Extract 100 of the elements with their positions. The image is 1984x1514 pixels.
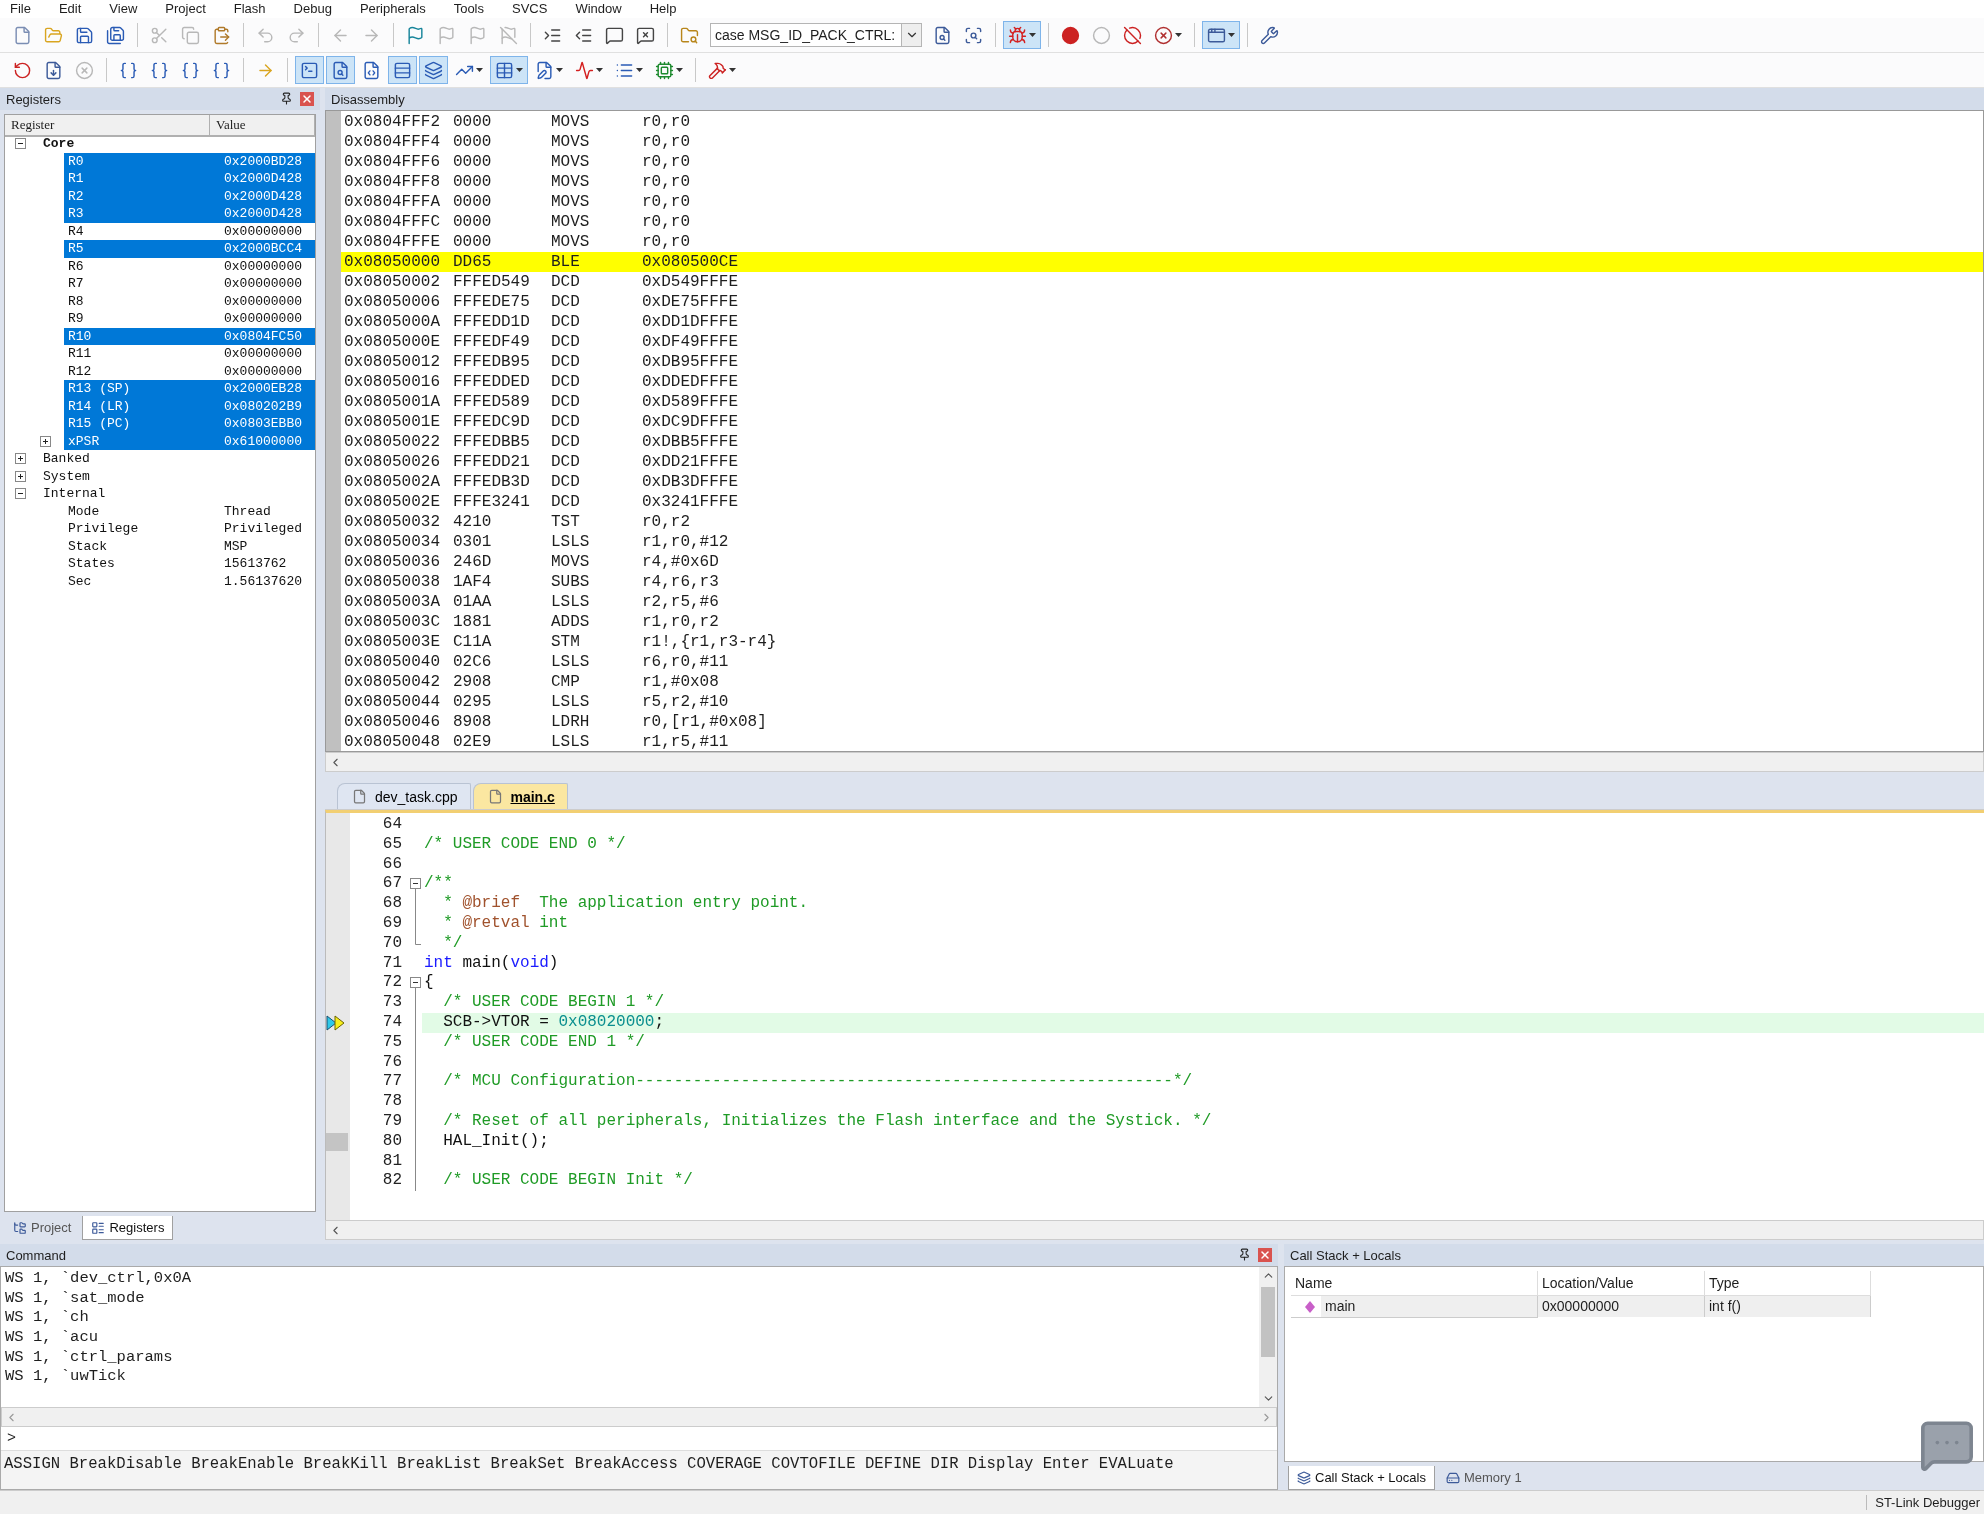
register-row[interactable]: R1 0x2000D428 [64, 170, 315, 188]
collapse-icon[interactable] [15, 488, 26, 500]
file-tab[interactable]: dev_task.cpp [337, 783, 471, 809]
disassembly-row[interactable]: 0x08050038 1AF4 SUBS r4,r6,r3 [341, 572, 1983, 592]
menu-item[interactable]: Help [649, 1, 677, 17]
column-header[interactable]: Value [210, 115, 315, 137]
register-row[interactable]: Internal [39, 485, 315, 503]
operands: r1,#0x08 [642, 673, 720, 691]
disassembly-row[interactable]: 0x08050000 DD65 BLE 0x080500CE [341, 252, 1983, 272]
find-combo[interactable]: case MSG_ID_PACK_CTRL: [710, 23, 923, 47]
expand-icon[interactable] [15, 453, 26, 465]
panel-tab[interactable]: Registers [82, 1216, 174, 1240]
disassembly-window-button[interactable] [326, 56, 355, 84]
disassembly-row[interactable]: 0x0805001E FFFEDC9D DCD 0xDC9DFFFE [341, 412, 1983, 432]
horizontal-scrollbar[interactable] [325, 1220, 1984, 1240]
register-row[interactable]: R15 (PC) 0x0803EBB0 [64, 415, 315, 433]
disassembly-row[interactable]: 0x0804FFF2 0000 MOVS r0,r0 [341, 112, 1983, 132]
disassembly-row[interactable]: 0x0804FFF8 0000 MOVS r0,r0 [341, 172, 1983, 192]
debug-button[interactable] [1003, 21, 1042, 49]
horizontal-scrollbar[interactable] [325, 752, 1984, 772]
opcode: FFFEDC9D [453, 413, 531, 431]
registers-window-button[interactable] [388, 56, 417, 84]
register-row[interactable]: Stack MSP [64, 537, 315, 555]
menu-item[interactable]: File [10, 1, 31, 17]
expand-icon[interactable] [15, 470, 26, 482]
disassembly-row[interactable]: 0x0805003A 01AA LSLS r2,r5,#6 [341, 592, 1983, 612]
register-row[interactable]: R8 0x00000000 [64, 292, 315, 310]
disassembly-row[interactable]: 0x08050036 246D MOVS r4,#0x6D [341, 552, 1983, 572]
operands: r0,r2 [642, 513, 691, 531]
menu-item[interactable]: Tools [453, 1, 484, 17]
register-row[interactable]: R11 0x00000000 [64, 345, 315, 363]
disassembly-row[interactable]: 0x08050046 8908 LDRH r0,[r1,#0x08] [341, 712, 1983, 732]
disassembly-row[interactable]: 0x0805003E C11A STM r1!,{r1,r3-r4} [341, 632, 1983, 652]
menu-item[interactable]: Project [165, 1, 206, 17]
disassembly-row[interactable]: 0x08050048 02E9 LSLS r1,r5,#11 [341, 732, 1983, 752]
menu-item[interactable]: Peripherals [359, 1, 426, 17]
disassembly-row[interactable]: 0x0804FFFE 0000 MOVS r0,r0 [341, 232, 1983, 252]
register-row[interactable]: R5 0x2000BCC4 [64, 240, 315, 258]
disassembly-row[interactable]: 0x0804FFFC 0000 MOVS r0,r0 [341, 212, 1983, 232]
windows-button[interactable] [1202, 21, 1241, 49]
mnemonic: DCD [551, 313, 581, 331]
pin-button[interactable] [1238, 1248, 1252, 1262]
disassembly-row[interactable]: 0x08050016 FFFEDDED DCD 0xDDEDFFFE [341, 372, 1983, 392]
disassembly-row[interactable]: 0x08050034 0301 LSLS r1,r0,#12 [341, 532, 1983, 552]
register-row[interactable]: Banked [39, 450, 315, 468]
register-row[interactable]: R0 0x2000BD28 [64, 152, 315, 170]
panel-tab[interactable]: Project [4, 1216, 81, 1240]
register-row[interactable]: R12 0x00000000 [64, 362, 315, 380]
disassembly-row[interactable]: 0x0804FFF6 0000 MOVS r0,r0 [341, 152, 1983, 172]
disassembly-row[interactable]: 0x0805000A FFFEDD1D DCD 0xDD1DFFFE [341, 312, 1983, 332]
disassembly-row[interactable]: 0x08050040 02C6 LSLS r6,r0,#11 [341, 652, 1983, 672]
register-row[interactable]: Sec 1.56137620 [64, 572, 315, 590]
disassembly-row[interactable]: 0x08050042 2908 CMP r1,#0x08 [341, 672, 1983, 692]
panel-tab[interactable]: Memory 1 [1436, 1466, 1531, 1490]
disassembly-row[interactable]: 0x0805000E FFFEDF49 DCD 0xDF49FFFE [341, 332, 1983, 352]
register-row[interactable]: R9 0x00000000 [64, 310, 315, 328]
disassembly-row[interactable]: 0x0805003C 1881 ADDS r1,r0,r2 [341, 612, 1983, 632]
disassembly-row[interactable]: 0x08050044 0295 LSLS r5,r2,#10 [341, 692, 1983, 712]
disassembly-row[interactable]: 0x08050006 FFFEDE75 DCD 0xDE75FFFE [341, 292, 1983, 312]
scroll-thumb[interactable] [1261, 1287, 1275, 1357]
call-stack-window-button[interactable] [419, 56, 448, 84]
disassembly-row[interactable]: 0x08050002 FFFED549 DCD 0xD549FFFE [341, 272, 1983, 292]
column-header[interactable]: Register [5, 115, 210, 137]
register-row[interactable]: R10 0x0804FC50 [64, 327, 315, 345]
register-row[interactable]: Mode Thread [64, 502, 315, 520]
disassembly-row[interactable]: 0x0805002E FFFE3241 DCD 0x3241FFFE [341, 492, 1983, 512]
register-row[interactable]: System [39, 467, 315, 485]
register-row[interactable]: R3 0x2000D428 [64, 205, 315, 223]
register-row[interactable]: R7 0x00000000 [64, 275, 315, 293]
menu-item[interactable]: Edit [58, 1, 82, 17]
disassembly-row[interactable]: 0x0804FFFA 0000 MOVS r0,r0 [341, 192, 1983, 212]
collapse-icon[interactable] [15, 138, 26, 150]
menu-item[interactable]: Flash [233, 1, 266, 17]
memory-window-button[interactable] [490, 56, 528, 84]
close-button[interactable] [300, 92, 314, 106]
disassembly-row[interactable]: 0x08050026 FFFEDD21 DCD 0xDD21FFFE [341, 452, 1983, 472]
menu-item[interactable]: View [109, 1, 138, 17]
close-button[interactable] [1258, 1248, 1272, 1262]
pin-button[interactable] [280, 92, 294, 106]
menu-item[interactable]: Debug [293, 1, 332, 17]
register-row[interactable]: R13 (SP) 0x2000EB28 [64, 380, 315, 398]
register-row[interactable]: Core [39, 135, 315, 153]
vertical-scrollbar[interactable] [1259, 1267, 1277, 1407]
disassembly-row[interactable]: 0x08050022 FFFEDBB5 DCD 0xDBB5FFFE [341, 432, 1983, 452]
disassembly-row[interactable]: 0x08050012 FFFEDB95 DCD 0xDB95FFFE [341, 352, 1983, 372]
panel-tab[interactable]: Call Stack + Locals [1288, 1466, 1435, 1490]
register-row[interactable]: Privilege Privileged [64, 520, 315, 538]
register-value: 0x61000000 [224, 433, 303, 449]
menu-item[interactable]: SVCS [512, 1, 548, 17]
register-row[interactable]: R6 0x00000000 [64, 257, 315, 275]
disassembly-row[interactable]: 0x0805002A FFFEDB3D DCD 0xDB3DFFFE [341, 472, 1983, 492]
menu-item[interactable]: Window [575, 1, 622, 17]
file-tab[interactable]: main.c [472, 783, 568, 809]
register-row[interactable]: States 15613762 [64, 555, 315, 573]
disassembly-row[interactable]: 0x08050032 4210 TST r0,r2 [341, 512, 1983, 532]
register-row[interactable]: R4 0x00000000 [64, 222, 315, 240]
disassembly-row[interactable]: 0x0805001A FFFED589 DCD 0xD589FFFE [341, 392, 1983, 412]
expand-icon[interactable] [40, 435, 51, 447]
disassembly-row[interactable]: 0x0804FFF4 0000 MOVS r0,r0 [341, 132, 1983, 152]
command-window-button[interactable] [295, 56, 324, 84]
